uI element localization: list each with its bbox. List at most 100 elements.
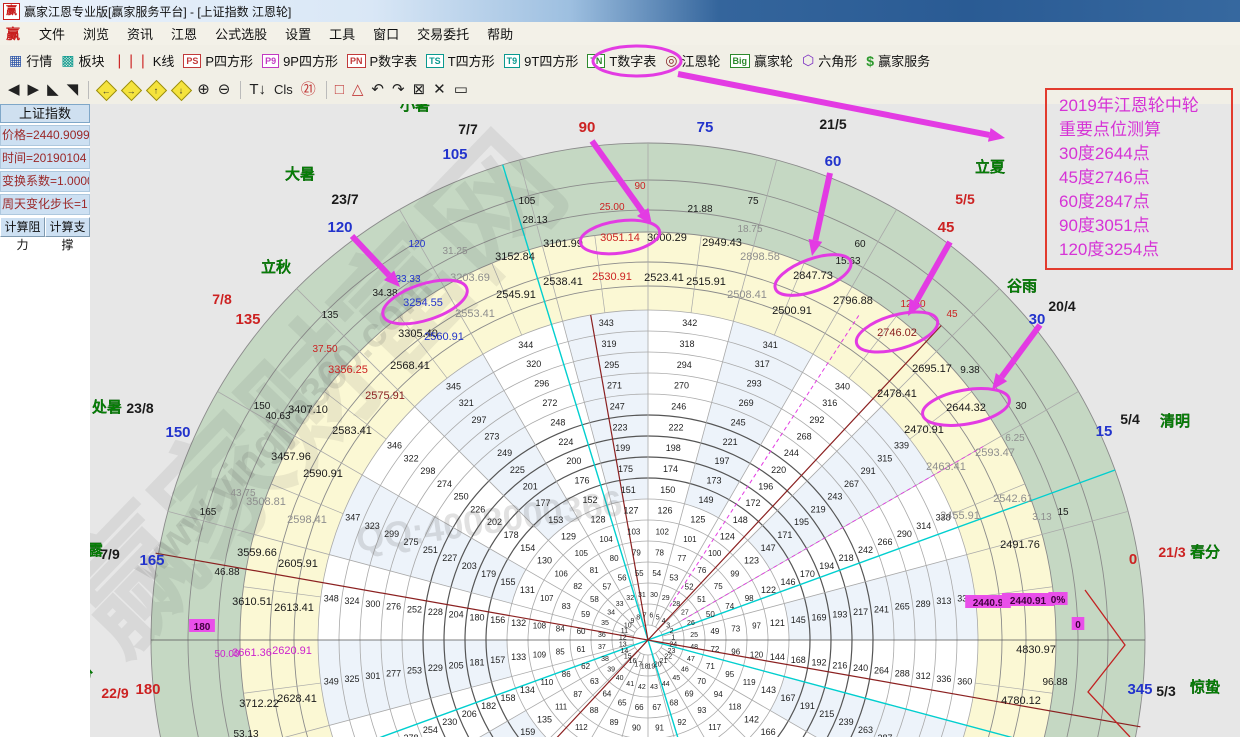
svg-text:20/4: 20/4 xyxy=(1048,298,1075,314)
menu-item-浏览[interactable]: 浏览 xyxy=(74,22,118,45)
tool-icon-▶[interactable]: ▶ xyxy=(28,80,40,100)
svg-text:58: 58 xyxy=(590,595,599,604)
toolbar-separator xyxy=(88,81,89,99)
tool-icon-⊠[interactable]: ⊠ xyxy=(413,80,426,100)
menu-item-交易委托[interactable]: 交易委托 xyxy=(408,22,478,45)
svg-text:3152.84: 3152.84 xyxy=(495,251,535,263)
svg-text:341: 341 xyxy=(763,340,778,350)
svg-text:2545.91: 2545.91 xyxy=(496,289,536,301)
tool-icon-△[interactable]: △ xyxy=(352,80,364,100)
toolbar-button-T数字表[interactable]: TNT数字表 xyxy=(587,51,656,70)
panel-button-计算支撑[interactable]: 计算支撑 xyxy=(45,217,90,237)
svg-text:24: 24 xyxy=(669,641,677,648)
svg-text:35: 35 xyxy=(601,620,609,627)
toolbar-button-T四方形[interactable]: TST四方形 xyxy=(426,51,494,70)
svg-text:172: 172 xyxy=(745,498,760,508)
svg-text:322: 322 xyxy=(404,453,419,463)
toolbar-label: 9P四方形 xyxy=(283,51,338,70)
tool-icon-Cls[interactable]: Cls xyxy=(274,80,293,100)
tool-icon-▭[interactable]: ▭ xyxy=(454,80,468,100)
toolbar-button-9P四方形[interactable]: P99P四方形 xyxy=(262,51,338,70)
svg-text:34.38: 34.38 xyxy=(372,288,397,299)
menu-item-资讯[interactable]: 资讯 xyxy=(118,22,162,45)
svg-text:154: 154 xyxy=(520,543,535,553)
menu-item-文件[interactable]: 文件 xyxy=(30,22,74,45)
tool-icon-◀[interactable]: ◀ xyxy=(8,80,20,100)
svg-text:167: 167 xyxy=(780,693,795,703)
toolbar-button-P四方形[interactable]: PSP四方形 xyxy=(183,51,253,70)
tool-icon-✕[interactable]: ✕ xyxy=(433,80,446,100)
svg-text:324: 324 xyxy=(345,596,360,606)
menu-logo-icon: 赢 xyxy=(6,24,20,44)
ts-square-icon: TS xyxy=(426,54,444,68)
svg-text:349: 349 xyxy=(324,677,339,687)
svg-text:248: 248 xyxy=(550,417,565,427)
svg-text:203: 203 xyxy=(462,561,477,571)
svg-text:7/9: 7/9 xyxy=(100,546,120,562)
tool-icon-↷[interactable]: ↷ xyxy=(392,80,405,100)
tool-icon-㉑[interactable]: ㉑ xyxy=(301,80,316,100)
tool-icon-↶[interactable]: ↶ xyxy=(371,80,384,100)
svg-text:264: 264 xyxy=(874,666,889,676)
pan-dD-icon[interactable]: ↓ xyxy=(171,79,192,100)
symbol-name: 上证指数 xyxy=(0,104,90,123)
svg-text:316: 316 xyxy=(822,398,837,408)
svg-text:21/5: 21/5 xyxy=(819,116,846,132)
svg-text:120: 120 xyxy=(750,650,764,659)
toolbar-button-K线[interactable]: ❘❘❘K线 xyxy=(114,51,175,70)
toolbar-label: 赢家服务 xyxy=(878,51,930,70)
svg-text:31.25: 31.25 xyxy=(442,246,467,257)
svg-text:175: 175 xyxy=(618,464,633,474)
svg-text:344: 344 xyxy=(518,340,533,350)
svg-text:297: 297 xyxy=(472,415,487,425)
menu-item-工具[interactable]: 工具 xyxy=(320,22,364,45)
tool-icon-◥[interactable]: ◥ xyxy=(67,80,79,100)
menu-item-公式选股[interactable]: 公式选股 xyxy=(206,22,276,45)
svg-text:59: 59 xyxy=(581,610,590,619)
svg-text:2491.76: 2491.76 xyxy=(1000,539,1040,551)
tool-icon-T↓[interactable]: T↓ xyxy=(249,80,266,100)
svg-text:101: 101 xyxy=(683,535,697,544)
annotation-line: 30度2644点 xyxy=(1059,142,1231,166)
svg-text:2568.41: 2568.41 xyxy=(390,360,430,372)
pan-dR-icon[interactable]: → xyxy=(121,79,142,100)
svg-text:218: 218 xyxy=(839,553,854,563)
tool-icon-◣[interactable]: ◣ xyxy=(47,80,59,100)
menu-item-窗口[interactable]: 窗口 xyxy=(364,22,408,45)
svg-text:296: 296 xyxy=(534,379,549,389)
svg-text:239: 239 xyxy=(839,717,854,727)
menu-item-江恩[interactable]: 江恩 xyxy=(162,22,206,45)
svg-text:103: 103 xyxy=(627,527,641,536)
svg-text:12.50: 12.50 xyxy=(900,299,925,310)
toolbar-button-六角形[interactable]: ⬡六角形 xyxy=(802,51,857,70)
svg-text:196: 196 xyxy=(758,481,773,491)
svg-text:2508.41: 2508.41 xyxy=(727,289,767,301)
tool-icon-⊕[interactable]: ⊕ xyxy=(197,80,210,100)
menu-item-帮助[interactable]: 帮助 xyxy=(478,22,522,45)
toolbar-button-行情[interactable]: ▦行情 xyxy=(9,51,52,70)
tool-icon-□[interactable]: □ xyxy=(335,80,344,100)
menu-item-设置[interactable]: 设置 xyxy=(276,22,320,45)
pan-dL-icon[interactable]: ← xyxy=(96,79,117,100)
tool-icon-⊖[interactable]: ⊖ xyxy=(218,80,231,100)
svg-text:145: 145 xyxy=(791,615,806,625)
svg-text:52: 52 xyxy=(685,582,694,591)
toolbar-button-9T四方形[interactable]: T99T四方形 xyxy=(504,51,579,70)
svg-text:314: 314 xyxy=(916,521,931,531)
toolbar-button-P数字表[interactable]: PNP数字表 xyxy=(347,51,417,70)
toolbar-button-赢家轮[interactable]: Big赢家轮 xyxy=(730,51,794,70)
svg-text:292: 292 xyxy=(809,415,824,425)
svg-text:78: 78 xyxy=(655,548,664,557)
svg-text:294: 294 xyxy=(677,360,692,370)
svg-text:287: 287 xyxy=(877,733,892,737)
toolbar-button-赢家服务[interactable]: $赢家服务 xyxy=(866,51,930,70)
pan-dU-icon[interactable]: ↑ xyxy=(146,79,167,100)
svg-text:134: 134 xyxy=(520,685,535,695)
toolbar-button-板块[interactable]: ▩板块 xyxy=(61,51,104,70)
panel-button-计算阻力[interactable]: 计算阻力 xyxy=(0,217,45,237)
toolbar-button-江恩轮[interactable]: ◎江恩轮 xyxy=(665,51,720,70)
svg-text:298: 298 xyxy=(420,466,435,476)
svg-text:81: 81 xyxy=(590,566,599,575)
svg-text:180: 180 xyxy=(469,612,484,622)
svg-text:317: 317 xyxy=(755,359,770,369)
